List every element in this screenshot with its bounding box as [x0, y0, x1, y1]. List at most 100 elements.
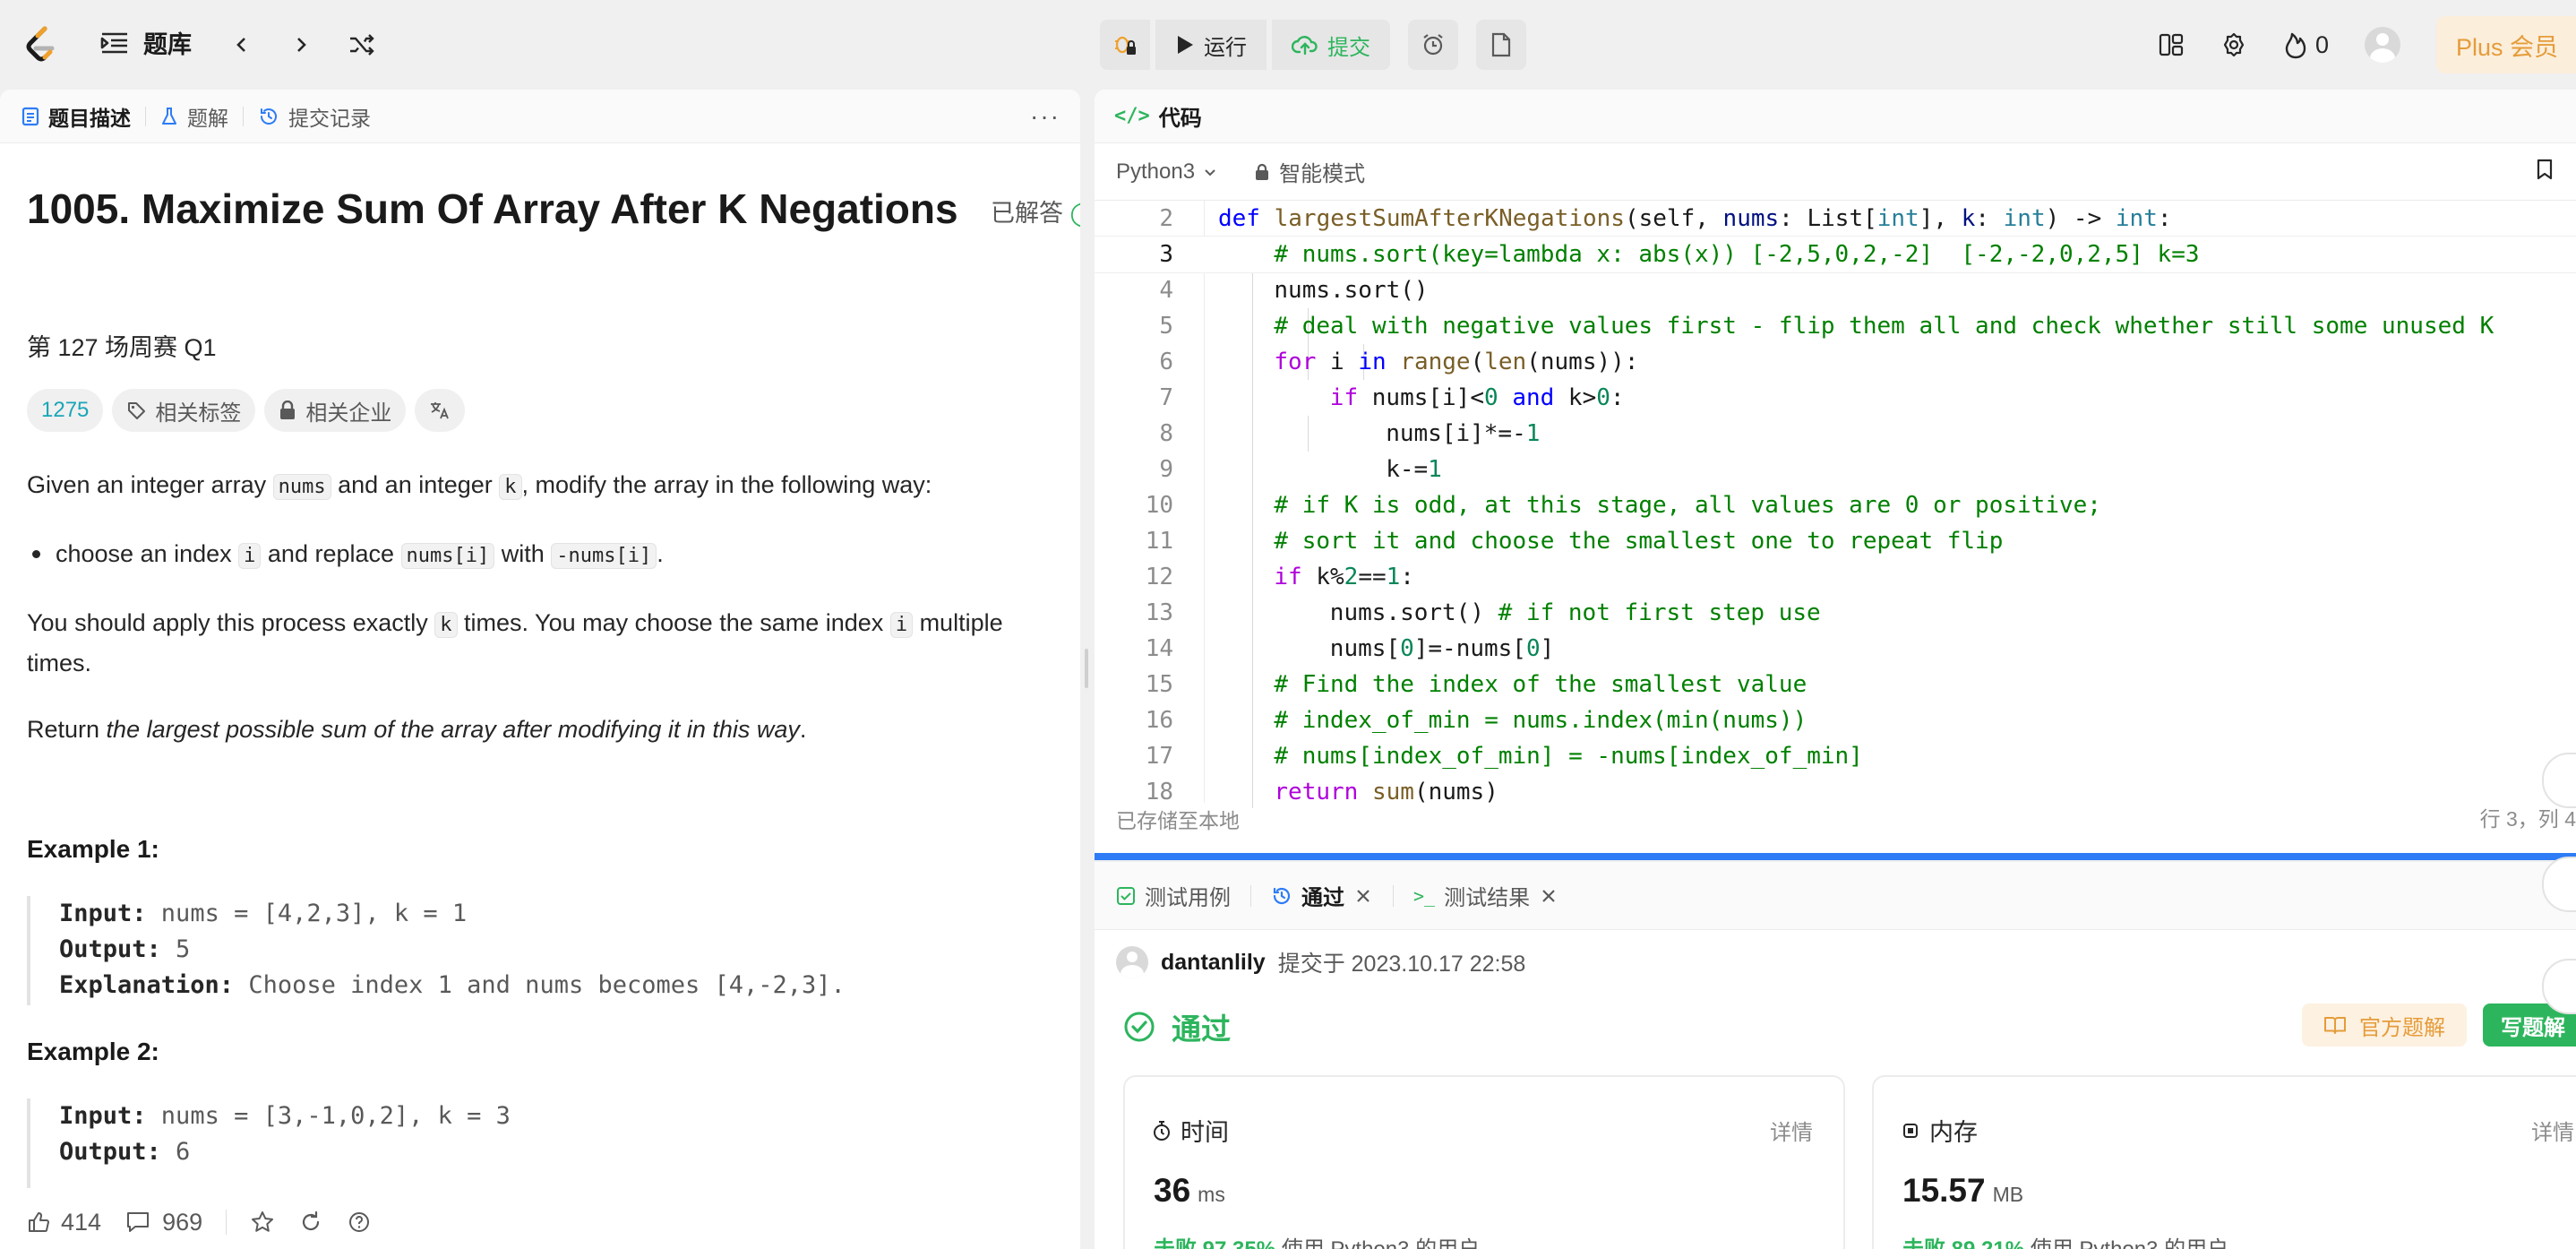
code-line[interactable]: 14 nums[0]=-nums[0]	[1095, 631, 2576, 667]
memory-label-group: 内存	[1901, 1113, 1978, 1148]
random-problem-button[interactable]	[342, 25, 382, 65]
solved-check-icon: ◯	[1070, 200, 1080, 227]
line-number: 12	[1145, 564, 1173, 590]
leetcode-logo[interactable]	[18, 23, 61, 66]
contest-link[interactable]: 第 127 场周赛 Q1	[27, 328, 217, 363]
code-token: ],	[1919, 205, 1962, 232]
code-line[interactable]: 2 def largestSumAfterKNegations(self, num…	[1095, 201, 2576, 237]
memory-detail-link[interactable]: 详情	[2531, 1115, 2574, 1146]
translate-chip[interactable]	[415, 389, 466, 432]
tab-divider	[1393, 884, 1394, 907]
tab-test-result[interactable]: >_ 测试结果	[1413, 880, 1558, 911]
related-tags-chip[interactable]: 相关标签	[112, 389, 256, 432]
layout-icon[interactable]	[2158, 31, 2185, 58]
tab-solutions-label: 题解	[187, 106, 228, 130]
help-icon[interactable]	[347, 1210, 372, 1235]
panel-resize-handle[interactable]	[1080, 90, 1093, 1249]
tab-submissions[interactable]: 提交记录	[258, 101, 385, 132]
submitter-username[interactable]: dantanlily	[1161, 950, 1266, 976]
difficulty-rating-chip[interactable]: 1275	[27, 389, 104, 432]
code-token: 1	[1525, 420, 1541, 447]
submit-label: 提交	[1327, 35, 1370, 60]
code-token: k%	[1301, 564, 1344, 590]
problem-list-nav[interactable]: 题库	[99, 25, 192, 60]
bookmark-icon[interactable]	[2535, 158, 2555, 181]
code-line[interactable]: 8 nums[i]*=-1	[1095, 416, 2576, 452]
tab-submissions-label: 提交记录	[288, 106, 371, 130]
run-button[interactable]: 运行	[1155, 20, 1267, 70]
description-list: choose an index i and replace nums[i] wi…	[27, 535, 1048, 575]
run-label: 运行	[1204, 35, 1247, 60]
desc-text: Return	[27, 716, 107, 743]
code-line[interactable]: 5 # deal with negative values first - fli…	[1095, 308, 2576, 344]
tab-solutions[interactable]: 题解	[160, 101, 243, 132]
code-line[interactable]: 3 # nums.sort(key=lambda x: abs(x)) [-2,5…	[1095, 236, 2576, 273]
code-line[interactable]: 16 # index_of_min = nums.index(min(nums))	[1095, 702, 2576, 738]
prev-problem-button[interactable]	[222, 25, 262, 65]
related-companies-chip[interactable]: 相关企业	[264, 389, 407, 432]
lock-icon	[280, 401, 296, 419]
memory-beat-percent: 击败 89.21%	[1902, 1237, 2024, 1249]
tab-description[interactable]: 题目描述	[21, 101, 145, 132]
line-number: 11	[1145, 528, 1173, 555]
code-line[interactable]: 12 if k%2==1:	[1095, 559, 2576, 595]
like-button[interactable]: 414	[27, 1209, 101, 1236]
submit-button[interactable]: 提交	[1272, 20, 1390, 70]
desc-text: , modify the array in the following way:	[521, 471, 932, 498]
plus-membership-button[interactable]: Plus 会员	[2435, 16, 2576, 73]
example-line: Input: nums = [4,2,3], k = 1	[59, 896, 846, 932]
tab-testcase[interactable]: 测试用例	[1116, 880, 1231, 911]
memory-card[interactable]: 内存 详情 15.57 MB 击败 89.21% 使用 Python3 的用户	[1872, 1075, 2576, 1249]
submission-status: 通过	[1123, 1005, 1231, 1048]
code-editor-panel: </> 代码 Python3 智能模式 2 def largestSumAfter…	[1095, 90, 2576, 853]
submitter-avatar[interactable]	[1116, 946, 1148, 978]
comments-button[interactable]: 969	[125, 1209, 202, 1236]
line-number: 8	[1159, 420, 1173, 447]
runtime-detail-link[interactable]: 详情	[1770, 1115, 1813, 1146]
inline-code: k	[434, 612, 458, 638]
tab-description-label: 题目描述	[48, 106, 131, 130]
code-line[interactable]: 13 nums.sort() # if not first step use	[1095, 595, 2576, 631]
code-editor[interactable]: 2 def largestSumAfterKNegations(self, num…	[1095, 201, 2576, 853]
timer-button[interactable]	[1408, 20, 1458, 70]
code-token: 2	[1344, 564, 1359, 590]
note-icon	[1491, 32, 1511, 57]
code-brackets-icon: </>	[1114, 105, 1150, 127]
tab-accepted[interactable]: 通过	[1271, 880, 1373, 911]
official-solution-button[interactable]: 官方题解	[2302, 1004, 2467, 1047]
editor-resize-handle[interactable]	[1095, 853, 2576, 860]
code-line[interactable]: 6 for i in range(len(nums)):	[1095, 344, 2576, 380]
code-token: 0	[1596, 384, 1610, 411]
streak-counter[interactable]: 0	[2283, 30, 2329, 59]
code-line[interactable]: 9 k-=1	[1095, 452, 2576, 487]
avatar[interactable]	[2364, 27, 2400, 63]
history-icon	[260, 108, 277, 125]
notes-button[interactable]	[1476, 20, 1526, 70]
language-select[interactable]: Python3	[1116, 159, 1218, 185]
code-line[interactable]: 17 # nums[index_of_min] = -nums[index_of_…	[1095, 738, 2576, 774]
star-icon[interactable]	[250, 1210, 275, 1235]
code-line[interactable]: 15 # Find the index of the smallest value	[1095, 667, 2576, 702]
runtime-card[interactable]: 时间 详情 36 ms 击败 97.35% 使用 Python3 的用户	[1123, 1075, 1845, 1249]
share-icon[interactable]	[298, 1210, 323, 1235]
code-token: nums.sort()	[1329, 599, 1498, 626]
code-line[interactable]: 4 nums.sort()	[1095, 272, 2576, 308]
code-text: # index_of_min = nums.index(min(nums))	[1274, 702, 1807, 738]
close-icon[interactable]	[1539, 886, 1558, 906]
code-token: int	[1876, 205, 1919, 232]
code-line[interactable]: 11 # sort it and choose the smallest one …	[1095, 523, 2576, 559]
related-tags-label: 相关标签	[155, 401, 242, 426]
gear-icon[interactable]	[2220, 31, 2247, 58]
desc-text: with	[494, 540, 552, 567]
check-circle-icon	[1124, 1012, 1155, 1042]
close-icon[interactable]	[1353, 886, 1373, 906]
smart-mode-toggle[interactable]: 智能模式	[1254, 156, 1365, 187]
code-line[interactable]: 10 # if K is odd, at this stage, all valu…	[1095, 487, 2576, 523]
code-text: # sort it and choose the smallest one to…	[1274, 523, 2003, 559]
code-line[interactable]: 7 if nums[i]<0 and k>0:	[1095, 380, 2576, 416]
code-text: def largestSumAfterKNegations(self, nums…	[1218, 201, 2172, 237]
stopwatch-icon	[1154, 1120, 1170, 1141]
debug-button[interactable]	[1100, 20, 1150, 70]
more-options-icon[interactable]: ···	[1030, 102, 1060, 131]
next-problem-button[interactable]	[281, 25, 321, 65]
